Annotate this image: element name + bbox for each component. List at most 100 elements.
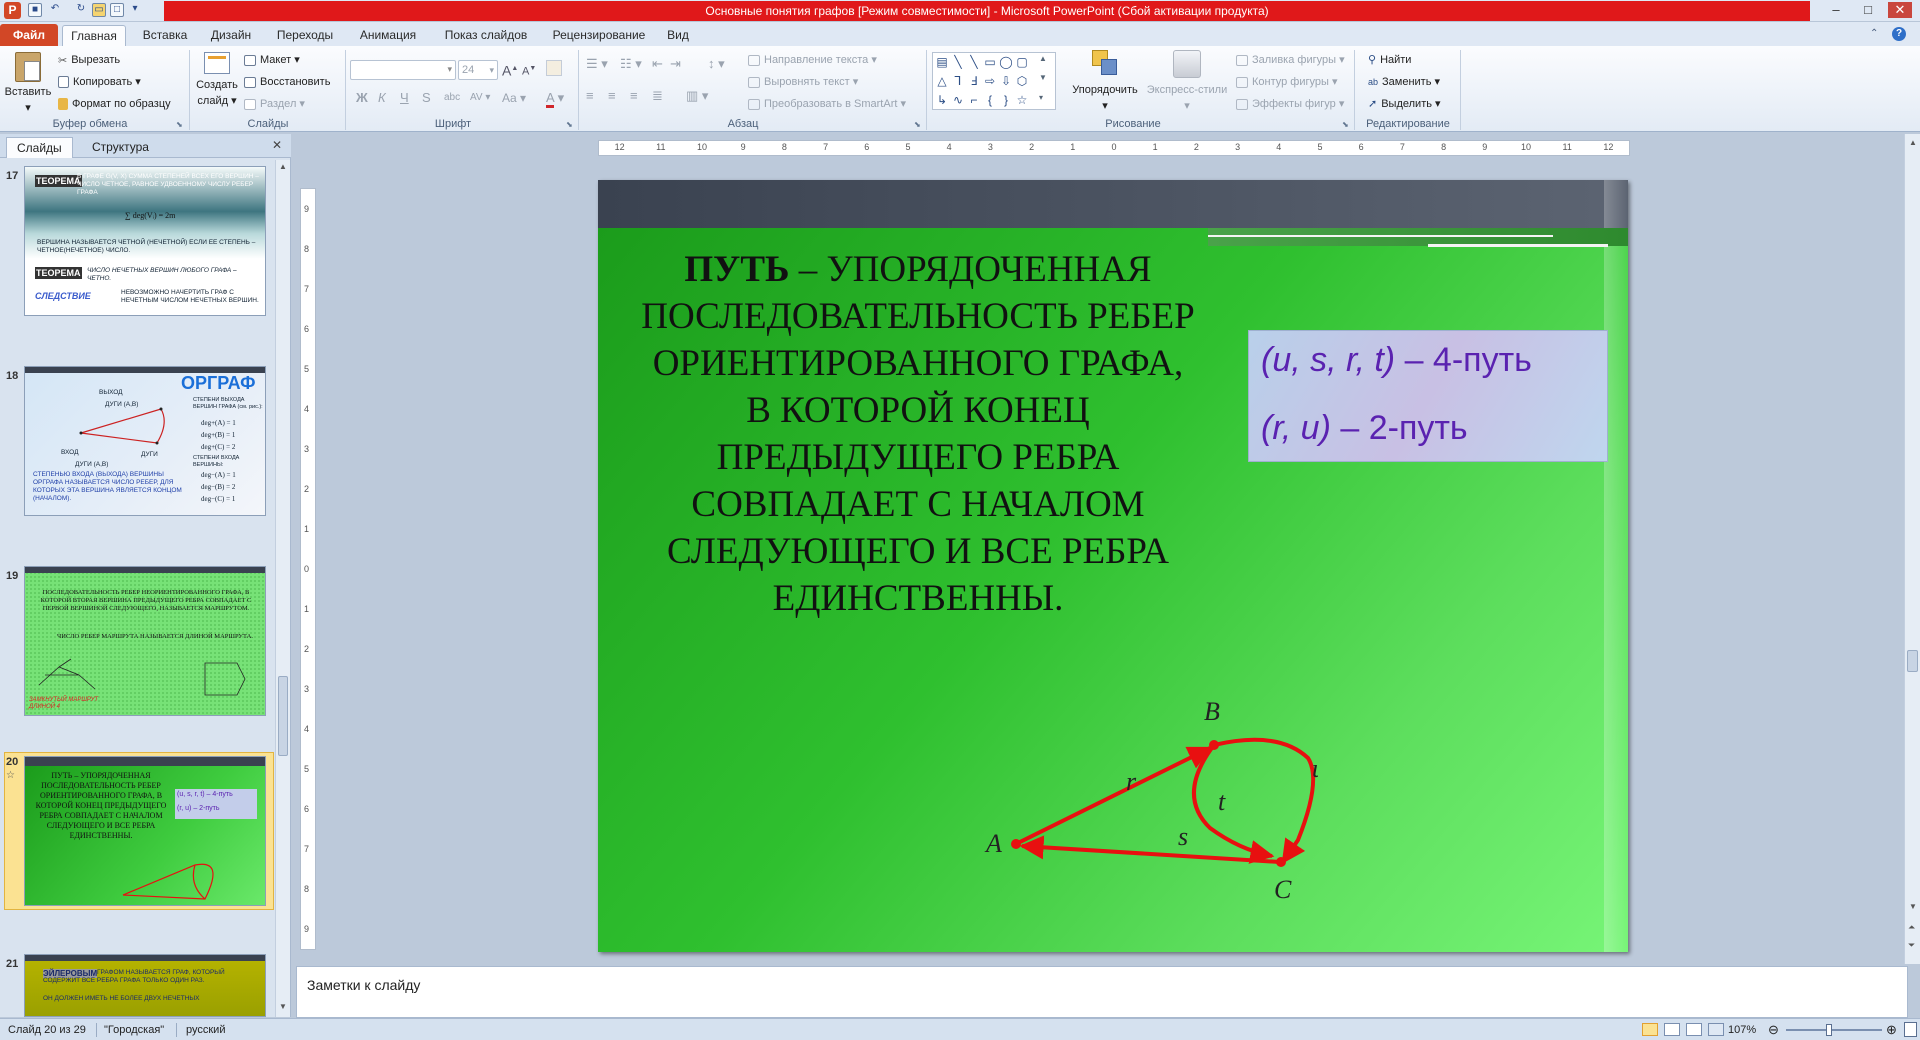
slide-canvas[interactable]: ПУТЬ – УПОРЯДОЧЕННАЯ ПОСЛЕДОВАТЕЛЬНОСТЬ … xyxy=(598,180,1628,952)
half-frame-shape-icon[interactable]: ↳ xyxy=(935,93,949,107)
path-examples-box[interactable]: (u, s, r, t) – 4-путь (r, u) – 2-путь xyxy=(1248,330,1608,462)
paste-button[interactable]: Вставить ▾ xyxy=(4,50,52,114)
drawing-launcher-icon[interactable]: ⬊ xyxy=(1342,120,1349,129)
hexagon-shape-icon[interactable]: ⬡ xyxy=(1015,74,1029,88)
find-button[interactable]: ⚲ Найти xyxy=(1368,52,1411,68)
new-slide-button[interactable]: Создать слайд ▾ xyxy=(194,50,240,114)
grow-font-button[interactable]: A▲ xyxy=(502,61,518,79)
scroll-thumb[interactable] xyxy=(278,676,288,756)
char-spacing-button[interactable]: AV ▾ xyxy=(470,90,490,106)
rectangle-shape-icon[interactable]: ▭ xyxy=(983,55,997,69)
strikethrough-button[interactable]: S xyxy=(422,90,431,106)
textbox-shape-icon[interactable]: ▤ xyxy=(935,55,949,69)
section-button[interactable]: Раздел ▾ xyxy=(244,96,305,112)
bullets-button[interactable]: ☰ ▾ xyxy=(586,56,608,72)
theme-name[interactable]: "Городская" xyxy=(104,1019,164,1040)
line-spacing-button[interactable]: ↕ ▾ xyxy=(708,56,725,72)
arrange-button[interactable]: Упорядочить ▾ xyxy=(1066,50,1144,114)
change-case-button[interactable]: Aa ▾ xyxy=(502,90,526,106)
shape-outline-button[interactable]: Контур фигуры ▾ xyxy=(1236,74,1338,90)
text-direction-button[interactable]: Направление текста ▾ xyxy=(748,52,877,68)
redo-icon[interactable]: ↻ xyxy=(74,3,88,17)
bold-button[interactable]: Ж xyxy=(356,90,368,106)
scroll-down-icon[interactable]: ▼ xyxy=(279,1002,287,1011)
tab-home[interactable]: Главная xyxy=(62,25,126,46)
slide-sorter-icon[interactable] xyxy=(1664,1023,1680,1036)
open-icon[interactable]: ▭ xyxy=(92,3,106,17)
tab-view[interactable]: Вид xyxy=(660,25,696,46)
align-right-button[interactable]: ≡ xyxy=(630,88,638,104)
brace-close-shape-icon[interactable]: } xyxy=(999,93,1013,107)
decrease-indent-button[interactable]: ⇤ xyxy=(652,56,663,72)
fit-to-window-icon[interactable] xyxy=(1904,1022,1917,1037)
elbow2-shape-icon[interactable]: Ⅎ xyxy=(967,74,981,88)
triangle-shape-icon[interactable]: △ xyxy=(935,74,949,88)
oval-shape-icon[interactable]: ◯ xyxy=(999,55,1013,69)
font-name-combobox[interactable]: ▾ xyxy=(350,60,456,80)
elbow-shape-icon[interactable]: ⅂ xyxy=(951,74,965,88)
bent-shape-icon[interactable]: ⌐ xyxy=(967,93,981,107)
maximize-icon[interactable]: □ xyxy=(1856,2,1880,18)
gallery-more-icon[interactable]: ▾ xyxy=(1039,93,1043,102)
tab-transitions[interactable]: Переходы xyxy=(268,25,342,46)
columns-button[interactable]: ▥ ▾ xyxy=(686,88,708,104)
zoom-slider[interactable] xyxy=(1786,1024,1882,1036)
increase-indent-button[interactable]: ⇥ xyxy=(670,56,681,72)
slide-thumbnail-19[interactable]: ПОСЛЕДОВАТЕЛЬНОСТЬ РЕБЕР НЕОРИЕНТИРОВАНН… xyxy=(24,566,266,716)
line2-shape-icon[interactable]: ╲ xyxy=(967,55,981,69)
tab-file[interactable]: Файл xyxy=(0,24,58,46)
close-icon[interactable]: ✕ xyxy=(1888,2,1912,18)
shape-fill-button[interactable]: Заливка фигуры ▾ xyxy=(1236,52,1345,68)
copy-button[interactable]: Копировать ▾ xyxy=(58,74,141,90)
align-center-button[interactable]: ≡ xyxy=(608,88,616,104)
numbering-button[interactable]: ☷ ▾ xyxy=(620,56,642,72)
scroll-thumb[interactable] xyxy=(1907,650,1918,672)
directed-graph[interactable]: A B C r s t u xyxy=(978,600,1318,940)
paragraph-launcher-icon[interactable]: ⬊ xyxy=(914,120,921,129)
font-size-combobox[interactable]: 24 ▾ xyxy=(458,60,498,80)
close-pane-icon[interactable]: ✕ xyxy=(272,138,282,152)
cut-button[interactable]: ✂ Вырезать xyxy=(58,52,120,68)
save-icon[interactable]: ■ xyxy=(28,3,42,17)
slide-thumbnail-21[interactable]: ЭЙЛЕРОВЫМ ГРАФОМ НАЗЫВАЕТСЯ ГРАФ, КОТОРЫ… xyxy=(24,954,266,1017)
zoom-in-icon[interactable]: ⊕ xyxy=(1886,1019,1897,1040)
smartart-button[interactable]: Преобразовать в SmartArt ▾ xyxy=(748,96,906,112)
zoom-out-icon[interactable]: ⊖ xyxy=(1768,1019,1779,1040)
right-arrow-shape-icon[interactable]: ⇨ xyxy=(983,74,997,88)
line-shape-icon[interactable]: ╲ xyxy=(951,55,965,69)
pane-scrollbar[interactable]: ▲ ▼ xyxy=(275,160,290,1017)
font-color-button[interactable]: A ▾ xyxy=(546,90,564,108)
slide-body-text[interactable]: ПУТЬ – УПОРЯДОЧЕННАЯ ПОСЛЕДОВАТЕЛЬНОСТЬ … xyxy=(638,246,1198,622)
underline-button[interactable]: Ч xyxy=(400,90,409,106)
next-slide-icon[interactable]: ⏷ xyxy=(1908,940,1915,951)
tab-slideshow[interactable]: Показ слайдов xyxy=(436,25,536,46)
minimize-icon[interactable]: – xyxy=(1824,2,1848,18)
scroll-down-icon[interactable]: ▼ xyxy=(1909,902,1917,911)
powerpoint-icon[interactable]: P xyxy=(4,2,21,19)
font-launcher-icon[interactable]: ⬊ xyxy=(566,120,573,129)
gallery-scroll-up-icon[interactable]: ▲ xyxy=(1039,54,1047,63)
language-indicator[interactable]: русский xyxy=(186,1019,225,1040)
align-left-button[interactable]: ≡ xyxy=(586,88,594,104)
layout-button[interactable]: Макет ▾ xyxy=(244,52,300,68)
quick-styles-button[interactable]: Экспресс-стили ▾ xyxy=(1146,50,1228,114)
replace-button[interactable]: ab Заменить ▾ xyxy=(1368,74,1440,90)
reset-button[interactable]: Восстановить xyxy=(244,74,330,90)
shrink-font-button[interactable]: A▼ xyxy=(522,61,536,80)
clipboard-launcher-icon[interactable]: ⬊ xyxy=(176,120,183,129)
tab-slides[interactable]: Слайды xyxy=(6,137,73,158)
scroll-up-icon[interactable]: ▲ xyxy=(1909,138,1917,147)
previous-slide-icon[interactable]: ⏶ xyxy=(1908,922,1915,933)
new-icon[interactable]: □ xyxy=(110,3,124,17)
slide-thumbnail-20[interactable]: ПУТЬ – УПОРЯДОЧЕННАЯ ПОСЛЕДОВАТЕЛЬНОСТЬ … xyxy=(24,756,266,906)
shape-effects-button[interactable]: Эффекты фигур ▾ xyxy=(1236,96,1344,112)
minimize-ribbon-icon[interactable]: ⌃ xyxy=(1870,28,1878,39)
select-button[interactable]: ➚ Выделить ▾ xyxy=(1368,96,1441,112)
rounded-rect-shape-icon[interactable]: ▢ xyxy=(1015,55,1029,69)
tab-design[interactable]: Дизайн xyxy=(202,25,260,46)
slide-thumbnail-17[interactable]: ТЕОРЕМА В ГРАФЕ G(V, X) СУММА СТЕПЕНЕЙ В… xyxy=(24,166,266,316)
brace-open-shape-icon[interactable]: { xyxy=(983,93,997,107)
tab-outline[interactable]: Структура xyxy=(82,137,159,158)
tab-animation[interactable]: Анимация xyxy=(350,25,426,46)
undo-icon[interactable]: ↶ xyxy=(48,3,62,17)
